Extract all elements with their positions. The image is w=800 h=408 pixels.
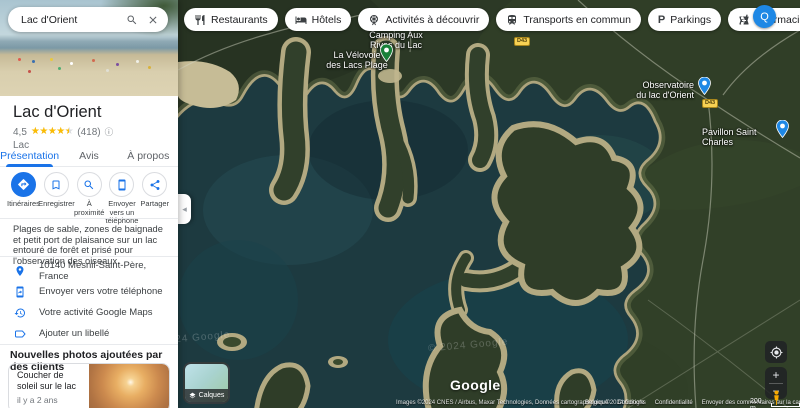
- transit-icon: [506, 14, 518, 26]
- google-logo: Google: [450, 377, 501, 393]
- chip-label: Parkings: [670, 14, 711, 26]
- pavillon-pin-icon[interactable]: [776, 120, 789, 143]
- map-label-pavillon[interactable]: Pavillon Saint Charles: [702, 127, 778, 147]
- tab-a-propos[interactable]: À propos: [119, 147, 178, 166]
- place-title: Lac d'Orient: [13, 103, 101, 122]
- activity-text: Votre activité Google Maps: [39, 307, 153, 318]
- panel-collapse-button[interactable]: ◂: [178, 194, 191, 224]
- hotel-icon: [295, 14, 307, 26]
- chip-activities[interactable]: Activités à découvrir: [358, 8, 489, 31]
- chip-hotels[interactable]: Hôtels: [285, 8, 352, 31]
- category-chips-bar: Restaurants Hôtels Activités à découvrir…: [184, 8, 800, 31]
- place-pin-icon: [14, 265, 26, 277]
- bookmark-icon: [50, 179, 62, 191]
- footer-link-privacy[interactable]: Confidentialité: [655, 400, 693, 406]
- map-label-observatoire[interactable]: Observatoire du lac d'Orient: [624, 80, 694, 100]
- rating-value: 4,5: [13, 127, 27, 138]
- photo-card-age: il y a 2 ans: [17, 395, 85, 405]
- divider: [0, 344, 178, 345]
- add-label-text: Ajouter un libellé: [39, 328, 109, 339]
- sunset-photo[interactable]: [89, 364, 169, 408]
- send-to-phone-row[interactable]: Envoyer vers votre téléphone: [0, 281, 178, 302]
- rating-row[interactable]: 4,5 ★★★★★★★★★★ (418) ⓘ: [13, 126, 113, 138]
- address-row[interactable]: 10140 Mesnil-Saint-Père, France: [0, 260, 178, 281]
- label-icon: [14, 328, 26, 340]
- road-badge: D43: [702, 99, 718, 108]
- my-location-button[interactable]: [765, 341, 787, 363]
- parking-icon: P: [658, 14, 665, 26]
- zoom-in-button[interactable]: +: [765, 367, 787, 383]
- pegman-icon[interactable]: [771, 390, 782, 408]
- info-icon[interactable]: ⓘ: [105, 126, 114, 138]
- scale-label: 200 m: [750, 398, 767, 408]
- search-input[interactable]: [8, 14, 126, 26]
- place-tabs: Présentation Avis À propos: [0, 147, 178, 167]
- footer-link-terms[interactable]: Conditions: [617, 400, 645, 406]
- place-details-list: 10140 Mesnil-Saint-Père, France Envoyer …: [0, 260, 178, 344]
- footer-link-region[interactable]: Belgique: [585, 400, 608, 406]
- star-rating: ★★★★★★★★★★: [31, 127, 73, 137]
- smartphone-icon: [116, 179, 128, 191]
- chip-restaurants[interactable]: Restaurants: [184, 8, 278, 31]
- tab-presentation[interactable]: Présentation: [0, 147, 59, 166]
- add-label-row[interactable]: Ajouter un libellé: [0, 323, 178, 344]
- send-to-phone-text: Envoyer vers votre téléphone: [39, 286, 163, 297]
- photo-card-title: Coucher de soleil sur le lac: [17, 370, 85, 391]
- restaurant-icon: [194, 14, 206, 26]
- directions-icon: [17, 178, 30, 191]
- layers-icon: [189, 392, 196, 399]
- account-avatar[interactable]: Q: [753, 5, 776, 28]
- review-count[interactable]: (418): [77, 127, 100, 138]
- chip-label: Hôtels: [312, 14, 342, 26]
- attractions-icon: [368, 14, 380, 26]
- share-icon: [149, 179, 161, 191]
- observatory-pin-icon[interactable]: [698, 77, 711, 100]
- layers-button-label: Calques: [199, 392, 225, 399]
- chip-parkings[interactable]: P Parkings: [648, 8, 721, 31]
- beach-pin-icon[interactable]: [380, 44, 393, 67]
- google-apps-icon[interactable]: [729, 10, 745, 31]
- history-icon: [14, 307, 26, 319]
- divider: [0, 218, 178, 219]
- my-location-icon: [770, 346, 783, 359]
- layers-button[interactable]: Calques: [183, 362, 230, 404]
- search-nearby-icon: [83, 179, 95, 191]
- activity-row[interactable]: Votre activité Google Maps: [0, 302, 178, 323]
- chip-label: Activités à découvrir: [385, 14, 479, 26]
- chip-label: Restaurants: [211, 14, 268, 26]
- place-panel: Lac d'Orient 4,5 ★★★★★★★★★★ (418) ⓘ Lac …: [0, 0, 178, 408]
- divider: [0, 256, 178, 257]
- tab-avis[interactable]: Avis: [59, 147, 118, 166]
- beach-people-dots: [18, 58, 21, 61]
- address-text: 10140 Mesnil-Saint-Père, France: [39, 260, 178, 282]
- road-badge: D43: [514, 37, 530, 46]
- chip-label: Transports en commun: [523, 14, 631, 26]
- clear-search-icon[interactable]: [147, 14, 159, 26]
- search-box: [8, 7, 168, 32]
- chip-transit[interactable]: Transports en commun: [496, 8, 641, 31]
- mobile-share-icon: [14, 286, 26, 298]
- photo-card[interactable]: Coucher de soleil sur le lac il y a 2 an…: [8, 363, 170, 408]
- search-icon[interactable]: [126, 14, 138, 26]
- chevron-left-icon: ◂: [182, 204, 187, 215]
